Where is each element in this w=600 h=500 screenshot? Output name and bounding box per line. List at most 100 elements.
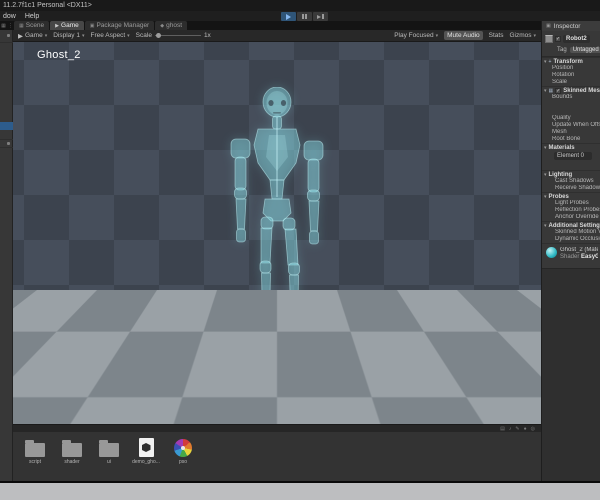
foldout-icon[interactable]: ▾ xyxy=(544,194,547,200)
probes-foldout[interactable]: ▾ Probes xyxy=(542,192,600,200)
grid-icon[interactable]: ▦ xyxy=(1,22,6,30)
root-bone-row[interactable]: Root Bone xyxy=(542,136,600,143)
next-arrow-button[interactable]: › xyxy=(527,386,533,403)
pause-button[interactable] xyxy=(297,12,312,21)
play-focused-dropdown[interactable]: Play Focused ▾ xyxy=(394,32,438,39)
tab-inspector[interactable]: ▣ Inspector xyxy=(541,21,600,31)
shader-value-dropdown[interactable]: EasyGa xyxy=(581,254,598,260)
quality-row[interactable]: Quality xyxy=(542,115,600,122)
menu-item-help[interactable]: Help xyxy=(25,13,39,20)
package-icon: ▣ xyxy=(89,22,95,29)
tab-ghost[interactable]: ◆ ghost xyxy=(155,21,187,30)
tab-package-manager-label: Package Manager xyxy=(96,22,150,29)
transform-rotation-row[interactable]: Rotation xyxy=(542,72,600,79)
dynamic-occlusion-row[interactable]: Dynamic Occlusion xyxy=(542,236,600,243)
mesh-renderer-icon: ▦ xyxy=(548,87,554,94)
toolbar-icon-2[interactable]: ♪ xyxy=(509,426,512,432)
cast-shadows-row[interactable]: Cast Shadows xyxy=(542,178,600,185)
tag-label: Tag xyxy=(557,46,567,53)
collapsed-hierarchy-panel[interactable] xyxy=(0,30,13,481)
aspect-dropdown[interactable]: Free Aspect ▾ xyxy=(90,32,129,39)
pause-icon xyxy=(302,14,304,19)
unity-logo-icon: ◆ xyxy=(160,22,165,29)
display-dropdown[interactable]: Display 1 ▾ xyxy=(53,32,84,39)
tab-game[interactable]: ▶ Game xyxy=(50,21,84,30)
background-strip xyxy=(0,483,600,500)
tab-scene-label: Scene xyxy=(25,22,45,29)
stats-toggle[interactable]: Stats xyxy=(489,32,504,39)
chevron-down-icon: ▾ xyxy=(435,32,439,39)
materials-foldout[interactable]: ▾ Materials xyxy=(542,143,600,151)
image-aperture-icon xyxy=(174,439,192,457)
step-button[interactable] xyxy=(313,12,328,21)
game-view-toolbar: ▶ Game ▾ Display 1 ▾ Free Aspect ▾ Scale… xyxy=(13,30,541,42)
tab-ghost-label: ghost xyxy=(166,22,182,29)
mute-audio-toggle[interactable]: Mute Audio xyxy=(444,31,483,40)
foldout-icon[interactable]: ▾ xyxy=(544,223,547,229)
toolbar-icon-1[interactable]: ▤ xyxy=(500,426,505,432)
gizmos-dropdown[interactable]: Gizmos ▾ xyxy=(509,32,536,39)
transform-component-header[interactable]: ▾ + Transform xyxy=(542,57,600,65)
foldout-icon[interactable]: ▾ xyxy=(544,145,547,151)
panel-dot-icon xyxy=(7,142,10,145)
mesh-row[interactable]: Mesh xyxy=(542,129,600,136)
tab-scene[interactable]: ▦ Scene xyxy=(14,21,50,30)
light-probes-row[interactable]: Light Probes xyxy=(542,200,600,207)
update-offscreen-row[interactable]: Update When Offscreen xyxy=(542,122,600,129)
material-preview-header[interactable]: Ghost_2 (Mater Shader EasyGa xyxy=(542,243,600,265)
toolbar-icon-4[interactable]: ● xyxy=(524,426,527,432)
tag-dropdown[interactable]: Untagged xyxy=(569,46,600,53)
tab-package-manager[interactable]: ▣ Package Manager xyxy=(84,21,155,30)
project-panel-toolbar: ▤ ♪ ✎ ● ◎ xyxy=(0,424,541,432)
hierarchy-selected-row[interactable] xyxy=(0,122,13,130)
ghost-name-overlay: Ghost_2 xyxy=(37,49,81,61)
lighting-foldout[interactable]: ▾ Lighting xyxy=(542,170,600,178)
project-item-asset[interactable]: demo_gho... xyxy=(132,438,160,481)
scene-icon: ▦ xyxy=(19,22,24,29)
unity-asset-icon xyxy=(138,438,154,457)
transform-scale-row[interactable]: Scale xyxy=(542,79,600,86)
active-checkbox[interactable]: ✓ xyxy=(555,36,561,42)
game-icon: ▶ xyxy=(18,32,23,40)
scale-slider-knob[interactable] xyxy=(155,33,161,38)
toolbar-icon-3[interactable]: ✎ xyxy=(515,426,519,432)
project-item-folder[interactable]: shader xyxy=(59,438,85,481)
additional-settings-foldout[interactable]: ▾ Additional Settings xyxy=(542,221,600,229)
chevron-down-icon: ▾ xyxy=(81,32,85,39)
transform-icon: + xyxy=(548,58,552,65)
game-viewport[interactable]: Ghost_2 ‹ › xyxy=(13,42,541,424)
foldout-icon[interactable]: ▾ xyxy=(544,88,547,94)
play-button[interactable] xyxy=(281,12,296,21)
game-view-dropdown[interactable]: ▶ Game ▾ xyxy=(18,32,47,40)
skinned-mesh-renderer-header[interactable]: ▾ ▦ ✓ Skinned Mesh R xyxy=(542,86,600,94)
project-item-folder[interactable]: script xyxy=(22,438,48,481)
foldout-icon[interactable]: ▾ xyxy=(544,59,547,65)
bounds-row[interactable]: Bounds xyxy=(542,94,600,101)
shader-label: Shader xyxy=(560,254,580,260)
folder-icon xyxy=(99,440,119,457)
reflection-probes-row[interactable]: Reflection Probes xyxy=(542,207,600,214)
material-name: Ghost_2 (Mater xyxy=(560,247,598,253)
chevron-down-icon: ▾ xyxy=(533,32,536,39)
prev-arrow-button[interactable]: ‹ xyxy=(515,386,521,403)
skinned-motion-vectors-row[interactable]: Skinned Motion Vect xyxy=(542,229,600,236)
carousel-nav: ‹ › xyxy=(515,386,533,403)
project-item-image[interactable]: pso xyxy=(170,438,196,481)
component-enabled-checkbox[interactable]: ✓ xyxy=(555,87,562,94)
object-name-field[interactable]: Robot2 xyxy=(563,35,590,43)
game-icon: ▶ xyxy=(55,22,60,29)
tab-inspector-label: Inspector xyxy=(553,22,581,30)
step-icon xyxy=(317,14,322,19)
scale-slider[interactable]: Scale 1x xyxy=(136,32,211,39)
material-element-field[interactable]: Element 0 xyxy=(554,152,592,160)
menu-item-window[interactable]: dow xyxy=(3,13,16,20)
project-item-folder[interactable]: ui xyxy=(96,438,122,481)
toolbar-icon-5[interactable]: ◎ xyxy=(531,426,535,432)
window-title: 11.2.7f1c1 Personal <DX11> xyxy=(0,0,600,11)
more-icon[interactable]: ⋮ xyxy=(8,22,13,30)
transform-position-row[interactable]: Position xyxy=(542,65,600,72)
foldout-icon[interactable]: ▾ xyxy=(544,172,547,178)
receive-shadows-row[interactable]: Receive Shadows xyxy=(542,185,600,192)
anchor-override-row[interactable]: Anchor Override xyxy=(542,214,600,221)
scale-slider-track[interactable] xyxy=(154,33,201,38)
